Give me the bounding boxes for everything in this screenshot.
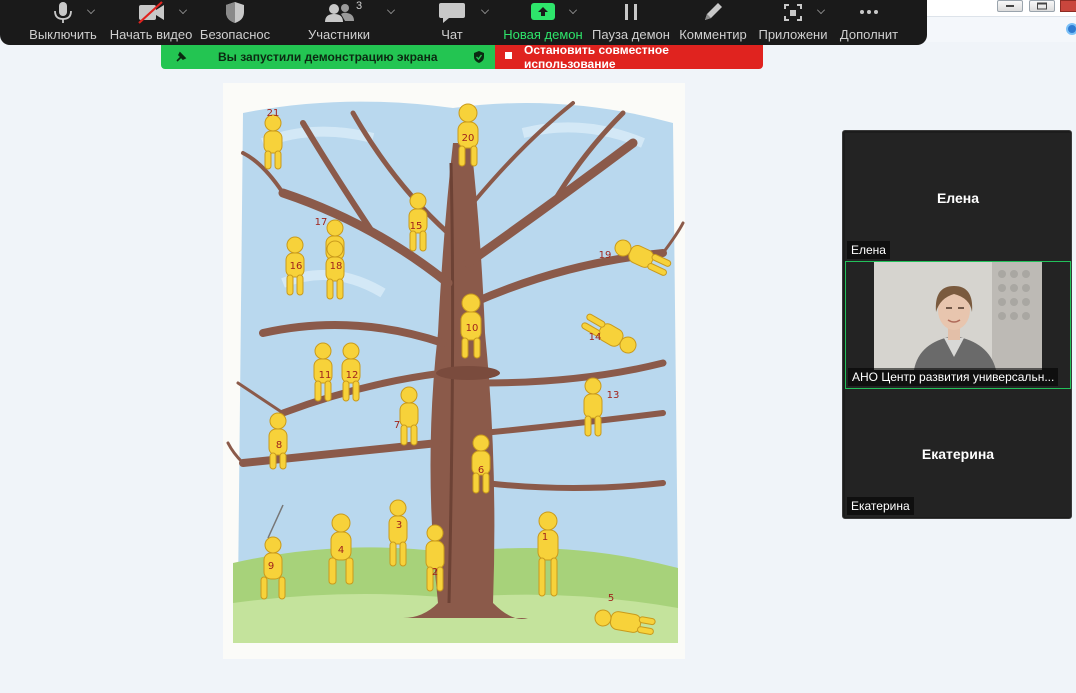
participants-caret[interactable] — [387, 6, 395, 14]
figure-number: 14 — [589, 332, 602, 343]
microphone-icon — [43, 0, 83, 25]
figure-number: 16 — [290, 261, 303, 272]
minimize-icon — [1006, 5, 1014, 7]
figure-number: 7 — [394, 420, 400, 431]
stop-icon — [505, 52, 512, 59]
figure-number: 13 — [607, 390, 620, 401]
sharing-status: Вы запустили демонстрацию экрана — [161, 45, 495, 69]
more-icon — [849, 0, 889, 25]
minimize-button[interactable] — [997, 0, 1023, 12]
participant-display-name: Елена — [936, 190, 980, 206]
more-button[interactable]: Дополнит — [838, 0, 900, 45]
start-video-button[interactable]: Начать видео — [109, 0, 193, 45]
maximize-icon — [1037, 2, 1047, 10]
shield-icon — [215, 0, 255, 25]
participant-name-tag: Елена — [847, 241, 890, 259]
figure-number: 8 — [276, 440, 282, 451]
maximize-button[interactable] — [1029, 0, 1055, 12]
figure-number: 3 — [396, 520, 402, 531]
participant-tile-active-speaker[interactable]: АНО Центр развития универсальн... — [845, 261, 1071, 389]
figure-number: 6 — [478, 465, 484, 476]
tree-illustration: 1 2 3 4 5 6 7 8 9 10 11 12 13 14 15 16 1… — [226, 101, 685, 643]
chat-icon — [432, 0, 472, 25]
figure-number: 9 — [268, 561, 274, 572]
security-label: Безопаснос — [199, 27, 271, 42]
screen-share-banner: Вы запустили демонстрацию экрана Останов… — [161, 45, 763, 69]
participant-tile[interactable]: Елена Елена — [845, 133, 1071, 261]
pause-share-button[interactable]: Пауза демон — [592, 0, 670, 45]
stop-share-label: Остановить совместное использование — [524, 45, 669, 69]
video-off-icon — [131, 0, 171, 25]
encryption-shield-icon — [474, 51, 484, 63]
figure-number: 18 — [330, 261, 343, 272]
pin-icon[interactable] — [175, 51, 187, 63]
meeting-toolbar: Выключить Начать видео Безопаснос Участн… — [0, 0, 927, 45]
figure-number: 1 — [542, 532, 548, 543]
figure-number: 19 — [599, 250, 612, 261]
participants-count: 3 — [356, 0, 363, 12]
pause-share-label: Пауза демон — [592, 27, 670, 42]
figure-number: 17 — [315, 217, 328, 228]
figure-number: 21 — [267, 108, 280, 119]
sharing-status-text: Вы запустили демонстрацию экрана — [218, 50, 438, 64]
apps-icon — [773, 0, 813, 25]
participant-tile[interactable]: Екатерина Екатерина — [845, 389, 1071, 517]
chat-caret[interactable] — [481, 6, 489, 14]
annotate-label: Комментир — [679, 27, 747, 42]
participant-name-tag: Екатерина — [847, 497, 914, 515]
chat-label: Чат — [441, 27, 463, 42]
close-button[interactable] — [1060, 0, 1076, 12]
figure-number: 5 — [608, 593, 614, 604]
figure-number: 12 — [346, 370, 359, 381]
participant-display-name: Екатерина — [921, 446, 995, 462]
apps-label: Приложени — [758, 27, 828, 42]
participants-icon — [319, 0, 359, 25]
browser-icon[interactable] — [1066, 23, 1076, 35]
more-label: Дополнит — [839, 27, 899, 42]
start-video-label: Начать видео — [109, 27, 193, 42]
apps-button[interactable]: Приложени — [758, 0, 828, 45]
figure-number: 15 — [410, 221, 423, 232]
stop-share-button[interactable]: Остановить совместное использование — [495, 45, 763, 69]
participant-name-tag: АНО Центр развития универсальн... — [848, 368, 1059, 386]
mute-button[interactable]: Выключить — [29, 0, 97, 45]
pencil-icon — [693, 0, 733, 25]
figure-number: 10 — [466, 323, 479, 334]
figure-number: 11 — [319, 370, 332, 381]
mute-label: Выключить — [29, 27, 97, 42]
video-gallery: Елена Елена АНО Центр развития универсал… — [842, 130, 1072, 519]
figure-number: 2 — [432, 567, 438, 578]
annotate-button[interactable]: Комментир — [679, 0, 747, 45]
shared-screen-content: 1 2 3 4 5 6 7 8 9 10 11 12 13 14 15 16 1… — [223, 83, 685, 659]
security-button[interactable]: Безопаснос — [200, 0, 270, 45]
new-share-label: Новая демон — [503, 27, 583, 42]
pause-icon — [611, 0, 651, 25]
figure-number: 20 — [462, 133, 475, 144]
figure-number: 4 — [338, 545, 344, 556]
chat-button[interactable]: Чат — [432, 0, 472, 45]
participant-video-feed — [874, 262, 1042, 370]
share-screen-icon — [523, 0, 563, 25]
background-window-strip — [926, 16, 1076, 42]
participants-label: Участники — [307, 27, 371, 42]
